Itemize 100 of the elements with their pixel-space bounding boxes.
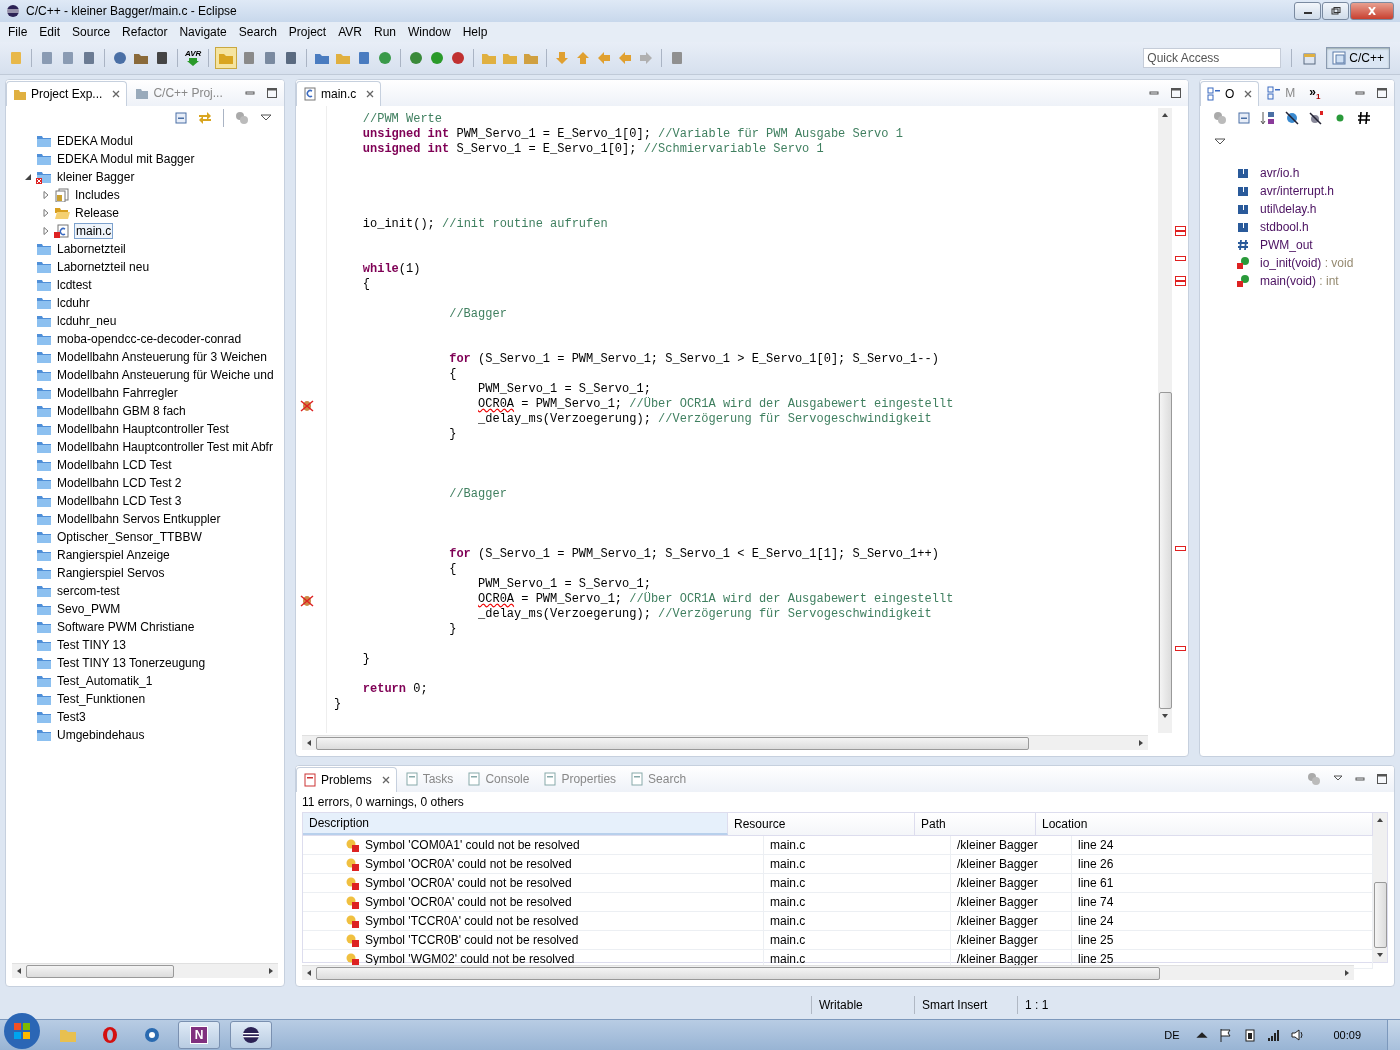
outline-item[interactable]: io_init(void) : void	[1200, 254, 1394, 272]
horizontal-scrollbar[interactable]	[302, 735, 1148, 750]
scroll-down-icon[interactable]	[1376, 951, 1384, 959]
view-tab[interactable]: O	[1200, 80, 1260, 106]
scroll-up-icon[interactable]	[1376, 816, 1384, 824]
maximize-icon[interactable]	[1376, 87, 1388, 99]
maximize-icon[interactable]	[266, 87, 278, 99]
tree-item[interactable]: Modellbahn Hauptcontroller Test	[6, 420, 284, 438]
horizontal-scrollbar[interactable]	[12, 963, 278, 978]
menu-item[interactable]: Edit	[33, 25, 67, 39]
tree-item[interactable]: Test TINY 13	[6, 636, 284, 654]
view-tab[interactable]: Problems	[296, 766, 397, 792]
sort-icon[interactable]	[1260, 110, 1276, 126]
close-icon[interactable]	[1244, 89, 1253, 98]
run-icon[interactable]	[429, 50, 446, 66]
tree-item[interactable]: moba-opendcc-ce-decoder-conrad	[6, 330, 284, 348]
collapse-all-icon[interactable]	[1236, 110, 1252, 126]
outline-item[interactable]: stdbool.h	[1200, 218, 1394, 236]
language-indicator[interactable]: DE	[1164, 1029, 1180, 1041]
flag-icon[interactable]	[1219, 1028, 1234, 1042]
ring-icon[interactable]	[100, 1025, 120, 1045]
tree-item[interactable]: main.c	[6, 222, 284, 240]
collapse-all-icon[interactable]	[173, 110, 189, 126]
tree-item[interactable]: Test3	[6, 708, 284, 726]
horizontal-scrollbar[interactable]	[302, 965, 1354, 980]
scroll-down-icon[interactable]	[1161, 712, 1169, 720]
menu-item[interactable]: Window	[402, 25, 457, 39]
tree-item[interactable]: Modellbahn Ansteuerung für Weiche und	[6, 366, 284, 384]
view-tab[interactable]: C/C++ Proj...	[129, 81, 229, 105]
tree-item[interactable]: Modellbahn LCD Test	[6, 456, 284, 474]
vertical-scrollbar[interactable]	[1158, 108, 1172, 733]
outline-item[interactable]: avr/io.h	[1200, 164, 1394, 182]
maximize-icon[interactable]	[1376, 773, 1388, 785]
tree-item[interactable]: Test TINY 13 Tonerzeugung	[6, 654, 284, 672]
close-icon[interactable]	[366, 89, 375, 98]
menu-item[interactable]: Help	[456, 25, 494, 39]
menu-item[interactable]: Source	[66, 25, 117, 39]
scroll-left-icon[interactable]	[305, 969, 313, 977]
expand-arrow-icon[interactable]	[24, 173, 32, 181]
hide-macros-icon[interactable]	[1356, 110, 1372, 126]
scroll-right-icon[interactable]	[1343, 969, 1351, 977]
tree-item[interactable]: Test_Automatik_1	[6, 672, 284, 690]
eclipse-taskbar-button[interactable]	[230, 1021, 272, 1049]
tree-item[interactable]: EDEKA Modul mit Bagger	[6, 150, 284, 168]
column-header[interactable]: Location	[1036, 813, 1373, 835]
menu-item[interactable]: Refactor	[116, 25, 174, 39]
tree-item[interactable]: Modellbahn LCD Test 3	[6, 492, 284, 510]
tree-item[interactable]: Modellbahn Servos Entkuppler	[6, 510, 284, 528]
speaker-icon[interactable]	[1291, 1028, 1306, 1042]
tree-item[interactable]: Test_Funktionen	[6, 690, 284, 708]
tree-item[interactable]: Software PWM Christiane	[6, 618, 284, 636]
minimize-button[interactable]	[1294, 2, 1321, 20]
outline-item[interactable]: util\delay.h	[1200, 200, 1394, 218]
filter-icon[interactable]	[1212, 110, 1228, 126]
restore-button[interactable]	[1322, 2, 1349, 20]
menu-item[interactable]: Project	[282, 25, 333, 39]
outline-item[interactable]: main(void) : int	[1200, 272, 1394, 290]
close-button[interactable]	[1350, 2, 1394, 20]
tree-item[interactable]: Labornetzteil	[6, 240, 284, 258]
scroll-left-icon[interactable]	[15, 967, 23, 975]
tree-item[interactable]: Rangierspiel Anzeige	[6, 546, 284, 564]
menu-item[interactable]: Search	[232, 25, 283, 39]
scroll-up-icon[interactable]	[1161, 111, 1169, 119]
tree-item[interactable]: Modellbahn Fahrregler	[6, 384, 284, 402]
hide-fields-icon[interactable]	[1284, 110, 1300, 126]
mail-app-icon[interactable]	[142, 1025, 162, 1045]
tree-item[interactable]: lcdtest	[6, 276, 284, 294]
close-icon[interactable]	[112, 89, 121, 98]
menu-item[interactable]: AVR	[332, 25, 368, 39]
editor-tab[interactable]: main.c	[296, 80, 382, 106]
link-editor-icon[interactable]	[197, 110, 213, 126]
more-views-button[interactable]: »$_{1}$	[1309, 84, 1321, 102]
clock[interactable]: 00:09	[1333, 1029, 1361, 1041]
note-app-button[interactable]: N	[178, 1021, 220, 1049]
vertical-scrollbar[interactable]	[1373, 813, 1387, 962]
maximize-icon[interactable]	[1170, 87, 1182, 99]
filter-icon[interactable]	[234, 110, 250, 126]
close-icon[interactable]	[381, 775, 390, 784]
scroll-left-icon[interactable]	[305, 739, 313, 747]
menu-item[interactable]: Navigate	[173, 25, 233, 39]
start-button[interactable]	[2, 1011, 42, 1050]
outline-item[interactable]: PWM_out	[1200, 236, 1394, 254]
tree-item[interactable]: EDEKA Modul	[6, 132, 284, 150]
tree-item[interactable]: Includes	[6, 186, 284, 204]
tree-item[interactable]: Modellbahn Hauptcontroller Test mit Abfr	[6, 438, 284, 456]
tree-item[interactable]: Release	[6, 204, 284, 222]
scroll-right-icon[interactable]	[1137, 739, 1145, 747]
tree-item[interactable]: lcduhr_neu	[6, 312, 284, 330]
column-header[interactable]: Description	[303, 813, 728, 835]
perspective-button[interactable]: C/C++	[1326, 47, 1390, 69]
hide-static-icon[interactable]	[1308, 110, 1324, 126]
menu-item[interactable]: Run	[368, 25, 402, 39]
signal-icon[interactable]	[1267, 1028, 1282, 1042]
filter-icon[interactable]	[1306, 771, 1322, 787]
tree-item[interactable]: Modellbahn GBM 8 fach	[6, 402, 284, 420]
stop-icon[interactable]	[450, 50, 467, 66]
tree-item[interactable]: lcduhr	[6, 294, 284, 312]
tree-item[interactable]: sercom-test	[6, 582, 284, 600]
view-tab[interactable]: Project Exp...	[6, 80, 128, 106]
scroll-right-icon[interactable]	[267, 967, 275, 975]
